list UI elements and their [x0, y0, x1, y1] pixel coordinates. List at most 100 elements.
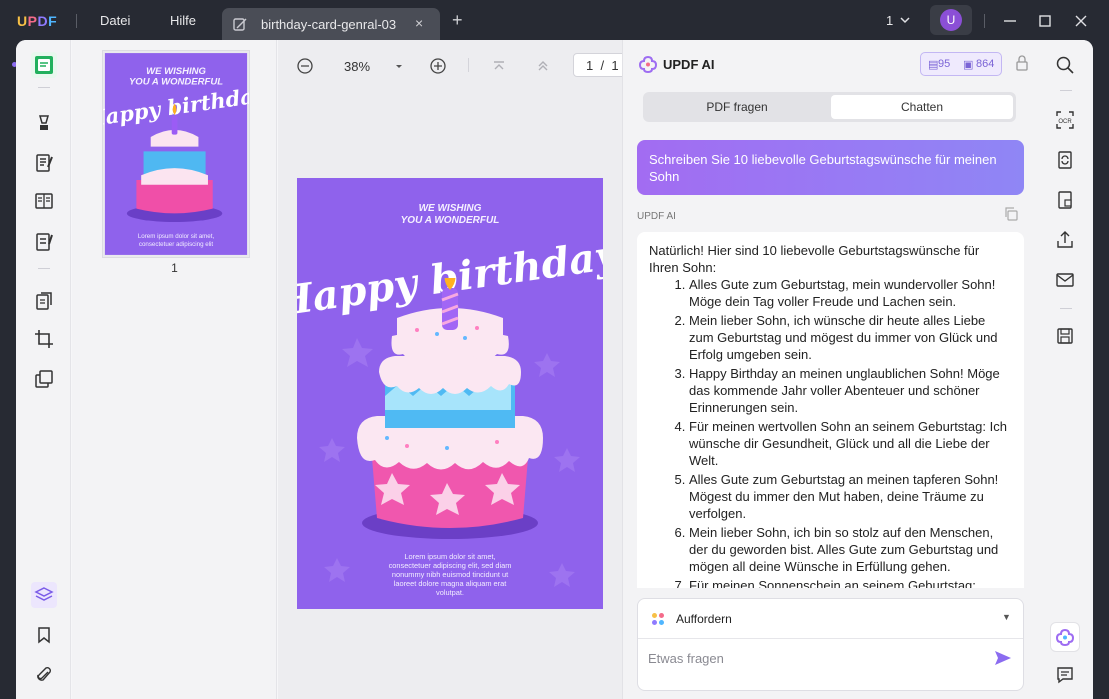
credits-badge[interactable]: ▤ 95 ▣ 864 — [920, 52, 1002, 76]
tab-close-button[interactable]: × — [415, 15, 423, 31]
ai-assistant-button[interactable] — [1050, 622, 1080, 652]
ai-panel: UPDF AI ▤ 95 ▣ 864 PDF fragen Chatten Sc… — [622, 40, 1038, 699]
edit-text-icon — [36, 154, 53, 172]
divider — [38, 268, 50, 269]
tab-title: birthday-card-genral-03 — [261, 17, 397, 32]
avatar[interactable]: U — [940, 9, 962, 31]
tools-button[interactable] — [31, 366, 57, 392]
save-icon[interactable] — [1055, 326, 1075, 346]
document-tab[interactable]: birthday-card-genral-03 × — [222, 8, 440, 40]
first-page-icon[interactable] — [490, 57, 508, 75]
send-icon[interactable] — [994, 650, 1012, 666]
organize-pages-button[interactable] — [31, 288, 57, 314]
viewer-toolbar: 38% 1 / 1 — [278, 40, 633, 90]
previous-page-icon[interactable] — [534, 57, 552, 75]
divider — [1060, 308, 1072, 309]
layers-icon — [34, 587, 54, 601]
prompt-selector[interactable]: Auffordern ▼ — [638, 599, 1023, 639]
ocr-icon[interactable]: OCR — [1055, 110, 1075, 130]
page-thumbnail[interactable]: WE WISHING YOU A WONDERFUL Happy birthda… — [102, 50, 250, 258]
minimize-icon[interactable] — [1000, 11, 1020, 31]
thumbnail-image: WE WISHING YOU A WONDERFUL Happy birthda… — [103, 53, 249, 255]
credits-b: 864 — [976, 58, 995, 70]
crop-button[interactable] — [31, 326, 57, 352]
user-message: Schreiben Sie 10 liebevolle Geburtstagsw… — [637, 140, 1024, 195]
zoom-in-icon[interactable] — [429, 57, 447, 75]
list-item: Für meinen Sonnenschein an seinem Geburt… — [689, 577, 1012, 588]
menu-hilfe[interactable]: Hilfe — [170, 13, 196, 28]
edit-pdf-button[interactable] — [31, 150, 57, 176]
list-item: Alles Gute zum Geburtstag, mein wundervo… — [689, 276, 1012, 310]
card-body-line-2: consectetuer adipiscing elit, sed diam — [388, 561, 512, 570]
email-icon[interactable] — [1055, 270, 1075, 290]
card-heading-line-1: WE WISHING — [418, 203, 482, 214]
share-icon[interactable] — [1055, 230, 1075, 250]
birthday-cake-image — [357, 278, 543, 539]
updf-ai-icon — [1056, 628, 1074, 646]
updf-ai-logo-icon — [639, 55, 657, 73]
convert-icon[interactable] — [1055, 150, 1075, 170]
form-icon — [36, 233, 53, 251]
main-window: WE WISHING YOU A WONDERFUL Happy birthda… — [16, 40, 1093, 699]
tab-pdf-fragen[interactable]: PDF fragen — [646, 95, 828, 119]
svg-text:YOU A WONDERFUL: YOU A WONDERFUL — [129, 77, 223, 88]
ai-title: UPDF AI — [663, 57, 715, 72]
edit-file-icon — [233, 18, 247, 31]
card-body-line-1: Lorem ipsum dolor sit amet, — [404, 552, 496, 561]
page-layout-button[interactable] — [31, 188, 57, 214]
svg-text:WE WISHING: WE WISHING — [146, 66, 206, 77]
window-count[interactable]: 1 — [886, 13, 893, 28]
svg-text:consectetuer adipiscing elit: consectetuer adipiscing elit — [139, 241, 214, 248]
list-item: Mein lieber Sohn, ich bin so stolz auf d… — [689, 524, 1012, 575]
svg-text:Lorem ipsum dolor sit amet,: Lorem ipsum dolor sit amet, — [138, 233, 215, 240]
zoom-level[interactable]: 38% — [344, 59, 370, 74]
chevron-down-icon[interactable] — [898, 13, 912, 27]
thumbnail-panel: WE WISHING YOU A WONDERFUL Happy birthda… — [72, 40, 277, 699]
divider — [468, 58, 469, 72]
chat-credit-icon: ▣ — [963, 59, 974, 71]
attachment-button[interactable] — [31, 662, 57, 688]
maximize-icon[interactable] — [1035, 11, 1055, 31]
comment-icon[interactable] — [1055, 665, 1075, 685]
card-body-line-3: nonummy nibh euismod tincidunt ut — [391, 570, 509, 579]
divider — [1060, 90, 1072, 91]
right-toolbar: OCR — [1038, 40, 1093, 699]
menu-datei[interactable]: Datei — [100, 13, 130, 28]
close-window-icon[interactable] — [1071, 11, 1091, 31]
list-item: Happy Birthday an meinen unglaublichen S… — [689, 365, 1012, 416]
thumbnail-page-number: 1 — [171, 261, 178, 275]
bookmark-icon — [38, 627, 50, 644]
birthday-card-page: WE WISHING YOU A WONDERFUL Happy birthda… — [297, 178, 603, 609]
page-separator: / — [600, 58, 605, 73]
document-viewer: 38% 1 / 1 WE WISHING YOU A WONDERFUL Hap… — [278, 40, 633, 699]
search-icon[interactable] — [1055, 55, 1075, 75]
pages-icon — [35, 193, 53, 209]
wish-list: Alles Gute zum Geburtstag, mein wundervo… — [649, 276, 1012, 588]
layers-button[interactable] — [31, 582, 57, 608]
svg-text:OCR: OCR — [1058, 119, 1072, 125]
reader-icon — [35, 56, 53, 74]
tab-chatten[interactable]: Chatten — [831, 95, 1013, 119]
paperclip-icon — [37, 667, 51, 681]
document-credit-icon: ▤ — [928, 59, 939, 71]
ai-mode-switch: PDF fragen Chatten — [643, 92, 1016, 122]
chevron-down-icon: ▼ — [1002, 612, 1011, 622]
reader-mode-button[interactable] — [31, 52, 57, 78]
form-button[interactable] — [31, 229, 57, 255]
bookmark-button[interactable] — [31, 622, 57, 648]
copy-icon[interactable] — [1004, 207, 1018, 221]
protect-icon[interactable] — [1055, 190, 1075, 210]
comment-button[interactable] — [31, 110, 57, 136]
assistant-reply: Natürlich! Hier sind 10 liebevolle Gebur… — [637, 232, 1024, 588]
lock-icon[interactable] — [1015, 54, 1029, 72]
list-item: Mein lieber Sohn, ich wünsche dir heute … — [689, 312, 1012, 363]
app-logo: UPDF — [17, 13, 58, 29]
new-tab-button[interactable]: + — [452, 11, 463, 29]
divider — [984, 14, 985, 28]
list-item: Alles Gute zum Geburtstag an meinen tapf… — [689, 471, 1012, 522]
ask-input[interactable] — [648, 651, 978, 666]
crop-icon — [35, 330, 53, 348]
zoom-dropdown-icon[interactable] — [390, 57, 408, 75]
highlighter-icon — [39, 115, 49, 130]
zoom-out-icon[interactable] — [296, 57, 314, 75]
